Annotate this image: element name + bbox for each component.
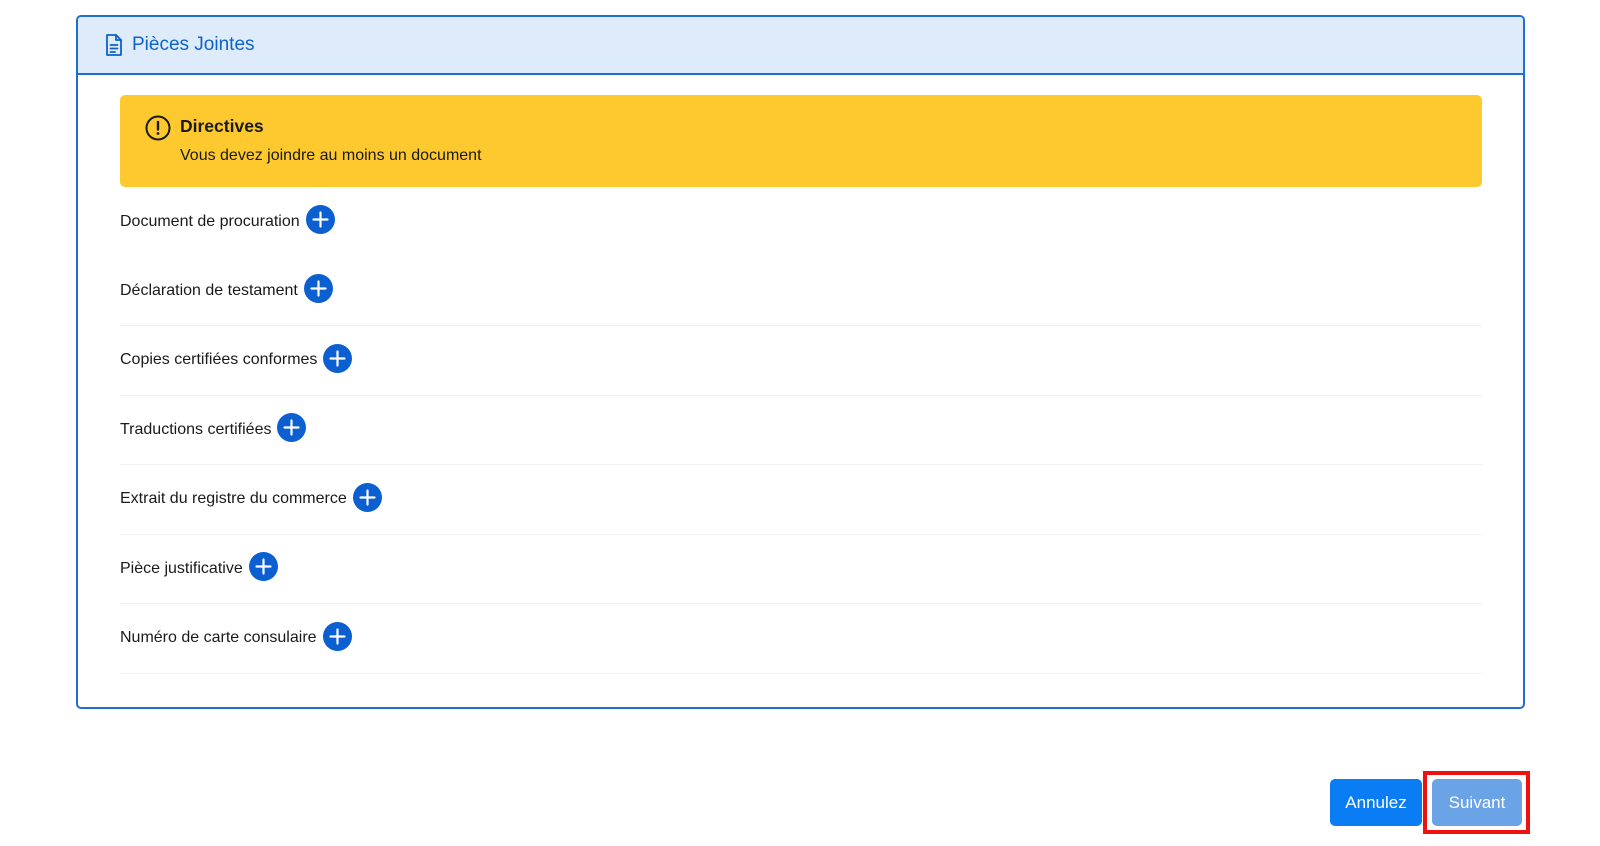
plus-icon [312,211,329,228]
plus-icon [283,419,301,436]
attachment-row: Numéro de carte consulaire [120,604,1482,674]
attachment-label: Déclaration de testament [120,281,298,299]
attachment-row: Document de procuration [120,187,1482,257]
alert-title: Directives [180,116,264,136]
warning-icon [144,114,172,142]
card-title: Pièces Jointes [132,34,255,55]
plus-icon [328,628,346,645]
add-attachment-button[interactable] [323,343,353,373]
attachment-label: Copies certifiées conformes [120,351,318,369]
directives-alert: Directives Vous devez joindre au moins u… [120,95,1482,187]
attachment-row: Traductions certifiées [120,396,1482,465]
attachment-label: Extrait du registre du commerce [120,490,347,508]
add-attachment-button[interactable] [248,552,278,582]
attachment-label: Pièce justificative [120,559,243,577]
next-button[interactable]: Suivant [1432,779,1522,826]
alert-text: Vous devez joindre au moins un document [180,147,482,164]
document-icon [104,33,124,57]
plus-icon [310,280,327,297]
card-header: Pièces Jointes [78,17,1523,75]
plus-icon [329,350,347,367]
add-attachment-button[interactable] [277,413,307,443]
attachment-label: Traductions certifiées [120,420,272,438]
attachment-row: Déclaration de testament [120,257,1482,326]
attachment-row: Pièce justificative [120,535,1482,604]
attachment-row: Extrait du registre du commerce [120,465,1482,535]
add-attachment-button[interactable] [322,621,352,651]
cancel-button[interactable]: Annulez [1330,779,1422,826]
add-attachment-button[interactable] [303,274,333,304]
add-attachment-button[interactable] [352,482,382,512]
plus-icon [359,489,376,506]
attachment-row: Copies certifiées conformes [120,326,1482,396]
attachment-label: Numéro de carte consulaire [120,629,317,647]
attachments-card: Pièces Jointes Directives Vous devez joi… [76,15,1525,709]
add-attachment-button[interactable] [305,205,335,235]
plus-icon [255,558,272,575]
attachment-label: Document de procuration [120,212,300,230]
attachment-list: Document de procuration Déclaration de t… [120,187,1482,674]
